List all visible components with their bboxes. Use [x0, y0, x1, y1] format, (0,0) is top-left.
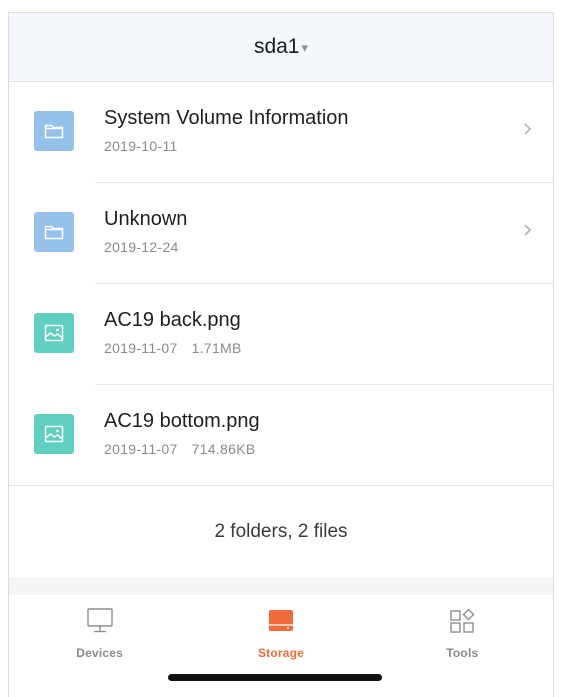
- bottom-tab-bar: Devices Storage Tools: [9, 595, 553, 697]
- chevron-right-icon: [523, 122, 533, 141]
- item-date: 2019-11-07: [104, 340, 178, 356]
- item-date: 2019-11-07: [104, 441, 178, 457]
- volume-title: sda1: [253, 35, 300, 58]
- item-size: 714.86KB: [191, 441, 256, 457]
- list-item-folder[interactable]: System Volume Information 2019-10-11: [9, 82, 553, 183]
- file-list: System Volume Information 2019-10-11 Unk…: [9, 82, 553, 486]
- item-name: AC19 back.png: [104, 309, 241, 331]
- item-name: System Volume Information: [104, 107, 349, 129]
- tab-label: Devices: [76, 646, 124, 660]
- home-indicator: [168, 674, 382, 681]
- list-item-folder[interactable]: Unknown 2019-12-24: [9, 183, 553, 284]
- tools-grid-icon: [447, 607, 477, 640]
- tab-devices[interactable]: Devices: [9, 595, 190, 697]
- item-name: Unknown: [104, 208, 188, 230]
- tab-label: Storage: [257, 646, 305, 660]
- folder-summary: 2 folders, 2 files: [9, 486, 553, 579]
- tab-tools[interactable]: Tools: [372, 595, 553, 697]
- list-item-file[interactable]: AC19 back.png 2019-11-07 1.71MB: [9, 284, 553, 385]
- item-size: 1.71MB: [191, 340, 242, 356]
- image-file-icon: [34, 414, 74, 454]
- image-file-icon: [34, 313, 74, 353]
- tab-label: Tools: [446, 646, 479, 660]
- app-frame: sda1 ▾ System Volume Information 2019-10…: [8, 12, 554, 697]
- header-bar: sda1 ▾: [9, 13, 553, 82]
- list-item-file[interactable]: AC19 bottom.png 2019-11-07 714.86KB: [9, 385, 553, 486]
- item-date: 2019-10-11: [104, 138, 178, 154]
- caret-down-icon: ▾: [301, 40, 309, 55]
- folder-icon: [34, 212, 74, 252]
- chevron-right-icon: [523, 223, 533, 242]
- divider: [9, 485, 553, 486]
- folder-icon: [34, 111, 74, 151]
- volume-selector[interactable]: sda1 ▾: [254, 35, 308, 59]
- tab-storage[interactable]: Storage: [190, 595, 371, 697]
- storage-drive-icon: [266, 607, 296, 640]
- item-name: AC19 bottom.png: [104, 410, 260, 432]
- item-date: 2019-12-24: [104, 239, 179, 255]
- monitor-icon: [85, 607, 115, 640]
